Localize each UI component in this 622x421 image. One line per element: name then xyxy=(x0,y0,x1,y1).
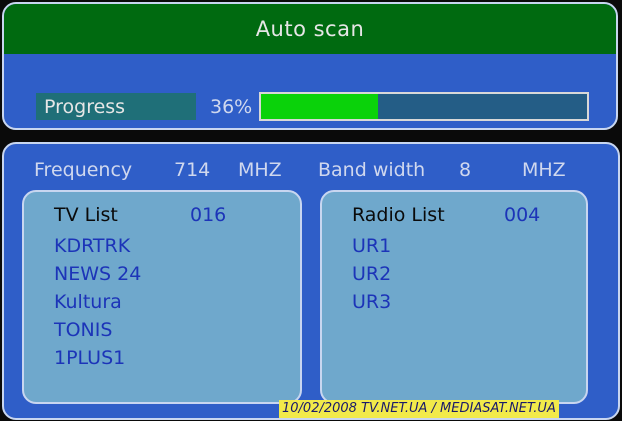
progress-label: Progress xyxy=(36,93,196,120)
list-item: KDRTRK xyxy=(54,235,131,257)
title-bar: Auto scan xyxy=(4,4,616,54)
list-item: 1PLUS1 xyxy=(54,347,126,369)
tv-list-title: TV List xyxy=(54,204,118,226)
list-item: TONIS xyxy=(54,319,113,341)
radio-list-count: 004 xyxy=(504,204,541,226)
tv-channel-list: KDRTRK NEWS 24 Kultura TONIS 1PLUS1 xyxy=(54,232,141,372)
bandwidth-unit: MHZ xyxy=(522,159,566,181)
radio-list-box: Radio List 004 UR1 UR2 UR3 xyxy=(320,190,588,404)
list-item: UR1 xyxy=(352,235,392,257)
list-item: UR2 xyxy=(352,263,392,285)
frequency-label: Frequency xyxy=(34,159,133,181)
scan-results-panel: Frequency 714 MHZ Band width 8 MHZ TV Li… xyxy=(2,142,620,420)
frequency-unit: MHZ xyxy=(238,159,282,181)
list-item: UR3 xyxy=(352,291,392,313)
progress-percent: 36% xyxy=(210,95,253,118)
progress-fill xyxy=(261,94,379,119)
page-title: Auto scan xyxy=(255,17,365,41)
auto-scan-panel: Auto scan Progress 36% xyxy=(2,2,618,130)
watermark: 10/02/2008 TV.NET.UA / MEDIASAT.NET.UA xyxy=(279,400,559,418)
progress-bar xyxy=(259,92,589,121)
tv-list-count: 016 xyxy=(190,204,227,226)
radio-list-title: Radio List xyxy=(352,204,445,226)
list-item: Kultura xyxy=(54,291,122,313)
list-item: NEWS 24 xyxy=(54,263,142,285)
frequency-value: 714 xyxy=(174,159,211,181)
bandwidth-label: Band width xyxy=(318,159,426,181)
tv-list-box: TV List 016 KDRTRK NEWS 24 Kultura TONIS… xyxy=(22,190,302,404)
radio-channel-list: UR1 UR2 UR3 xyxy=(352,232,391,316)
bandwidth-value: 8 xyxy=(459,159,472,181)
